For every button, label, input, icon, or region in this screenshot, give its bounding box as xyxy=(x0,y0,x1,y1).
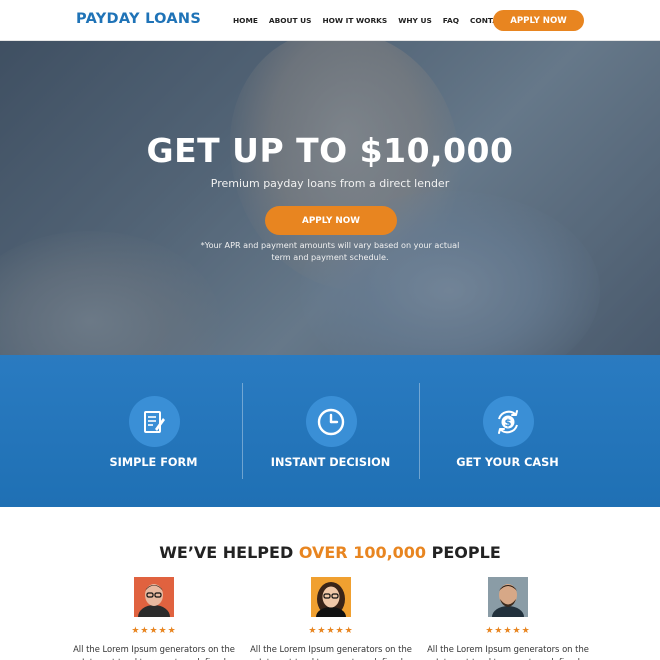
testimonial-card: ★★★★★ All the Lorem Ipsum generators on … xyxy=(246,577,416,660)
nav-faq[interactable]: FAQ xyxy=(443,16,459,25)
feature-instant-decision: INSTANT DECISION xyxy=(242,355,419,507)
testimonials-section: WE’VE HELPED OVER 100,000 PEOPLE ★★★★★ A… xyxy=(0,507,660,660)
hero-subtitle: Premium payday loans from a direct lende… xyxy=(210,177,450,190)
hero-section: GET UP TO $10,000 Premium payday loans f… xyxy=(0,41,660,355)
hero-title: GET UP TO $10,000 xyxy=(146,131,514,170)
feature-get-your-cash: $ GET YOUR CASH xyxy=(419,355,596,507)
rating-stars: ★★★★★ xyxy=(485,626,531,636)
hero-disclaimer: *Your APR and payment amounts will vary … xyxy=(200,240,460,262)
hero-apply-button[interactable]: APPLY NOW xyxy=(265,206,397,235)
hero-overlay xyxy=(0,41,660,355)
features-band: SIMPLE FORM INSTANT DECISION $ GET YOUR … xyxy=(0,355,660,507)
header-apply-button[interactable]: APPLY NOW xyxy=(493,10,584,31)
testimonials-heading: WE’VE HELPED OVER 100,000 PEOPLE xyxy=(0,543,660,562)
form-icon xyxy=(128,396,180,447)
site-logo[interactable]: PAYDAY LOANS xyxy=(76,11,201,27)
rating-stars: ★★★★★ xyxy=(308,626,354,636)
nav-about-us[interactable]: ABOUT US xyxy=(269,16,312,25)
svg-text:$: $ xyxy=(505,418,512,429)
avatar xyxy=(134,577,174,617)
heading-accent: OVER 100,000 xyxy=(298,543,427,562)
nav-how-it-works[interactable]: HOW IT WORKS xyxy=(322,16,387,25)
rating-stars: ★★★★★ xyxy=(131,626,177,636)
main-nav: HOME ABOUT US HOW IT WORKS WHY US FAQ CO… xyxy=(233,16,533,25)
site-header: PAYDAY LOANS HOME ABOUT US HOW IT WORKS … xyxy=(0,0,660,41)
heading-text: PEOPLE xyxy=(426,543,501,562)
testimonial-card: ★★★★★ All the Lorem Ipsum generators on … xyxy=(69,577,239,660)
heading-text: WE’VE HELPED xyxy=(159,543,299,562)
feature-label: INSTANT DECISION xyxy=(270,456,391,469)
cash-icon: $ xyxy=(482,396,534,447)
testimonial-text: All the Lorem Ipsum generators on the In… xyxy=(73,644,235,660)
clock-icon xyxy=(305,396,357,447)
testimonial-card: ★★★★★ All the Lorem Ipsum generators on … xyxy=(423,577,593,660)
feature-label: GET YOUR CASH xyxy=(456,456,559,469)
nav-home[interactable]: HOME xyxy=(233,16,258,25)
feature-simple-form: SIMPLE FORM xyxy=(65,355,242,507)
feature-label: SIMPLE FORM xyxy=(109,456,198,469)
avatar xyxy=(488,577,528,617)
avatar xyxy=(311,577,351,617)
testimonial-text: All the Lorem Ipsum generators on the In… xyxy=(427,644,589,660)
testimonial-text: All the Lorem Ipsum generators on the In… xyxy=(250,644,412,660)
nav-why-us[interactable]: WHY US xyxy=(398,16,432,25)
